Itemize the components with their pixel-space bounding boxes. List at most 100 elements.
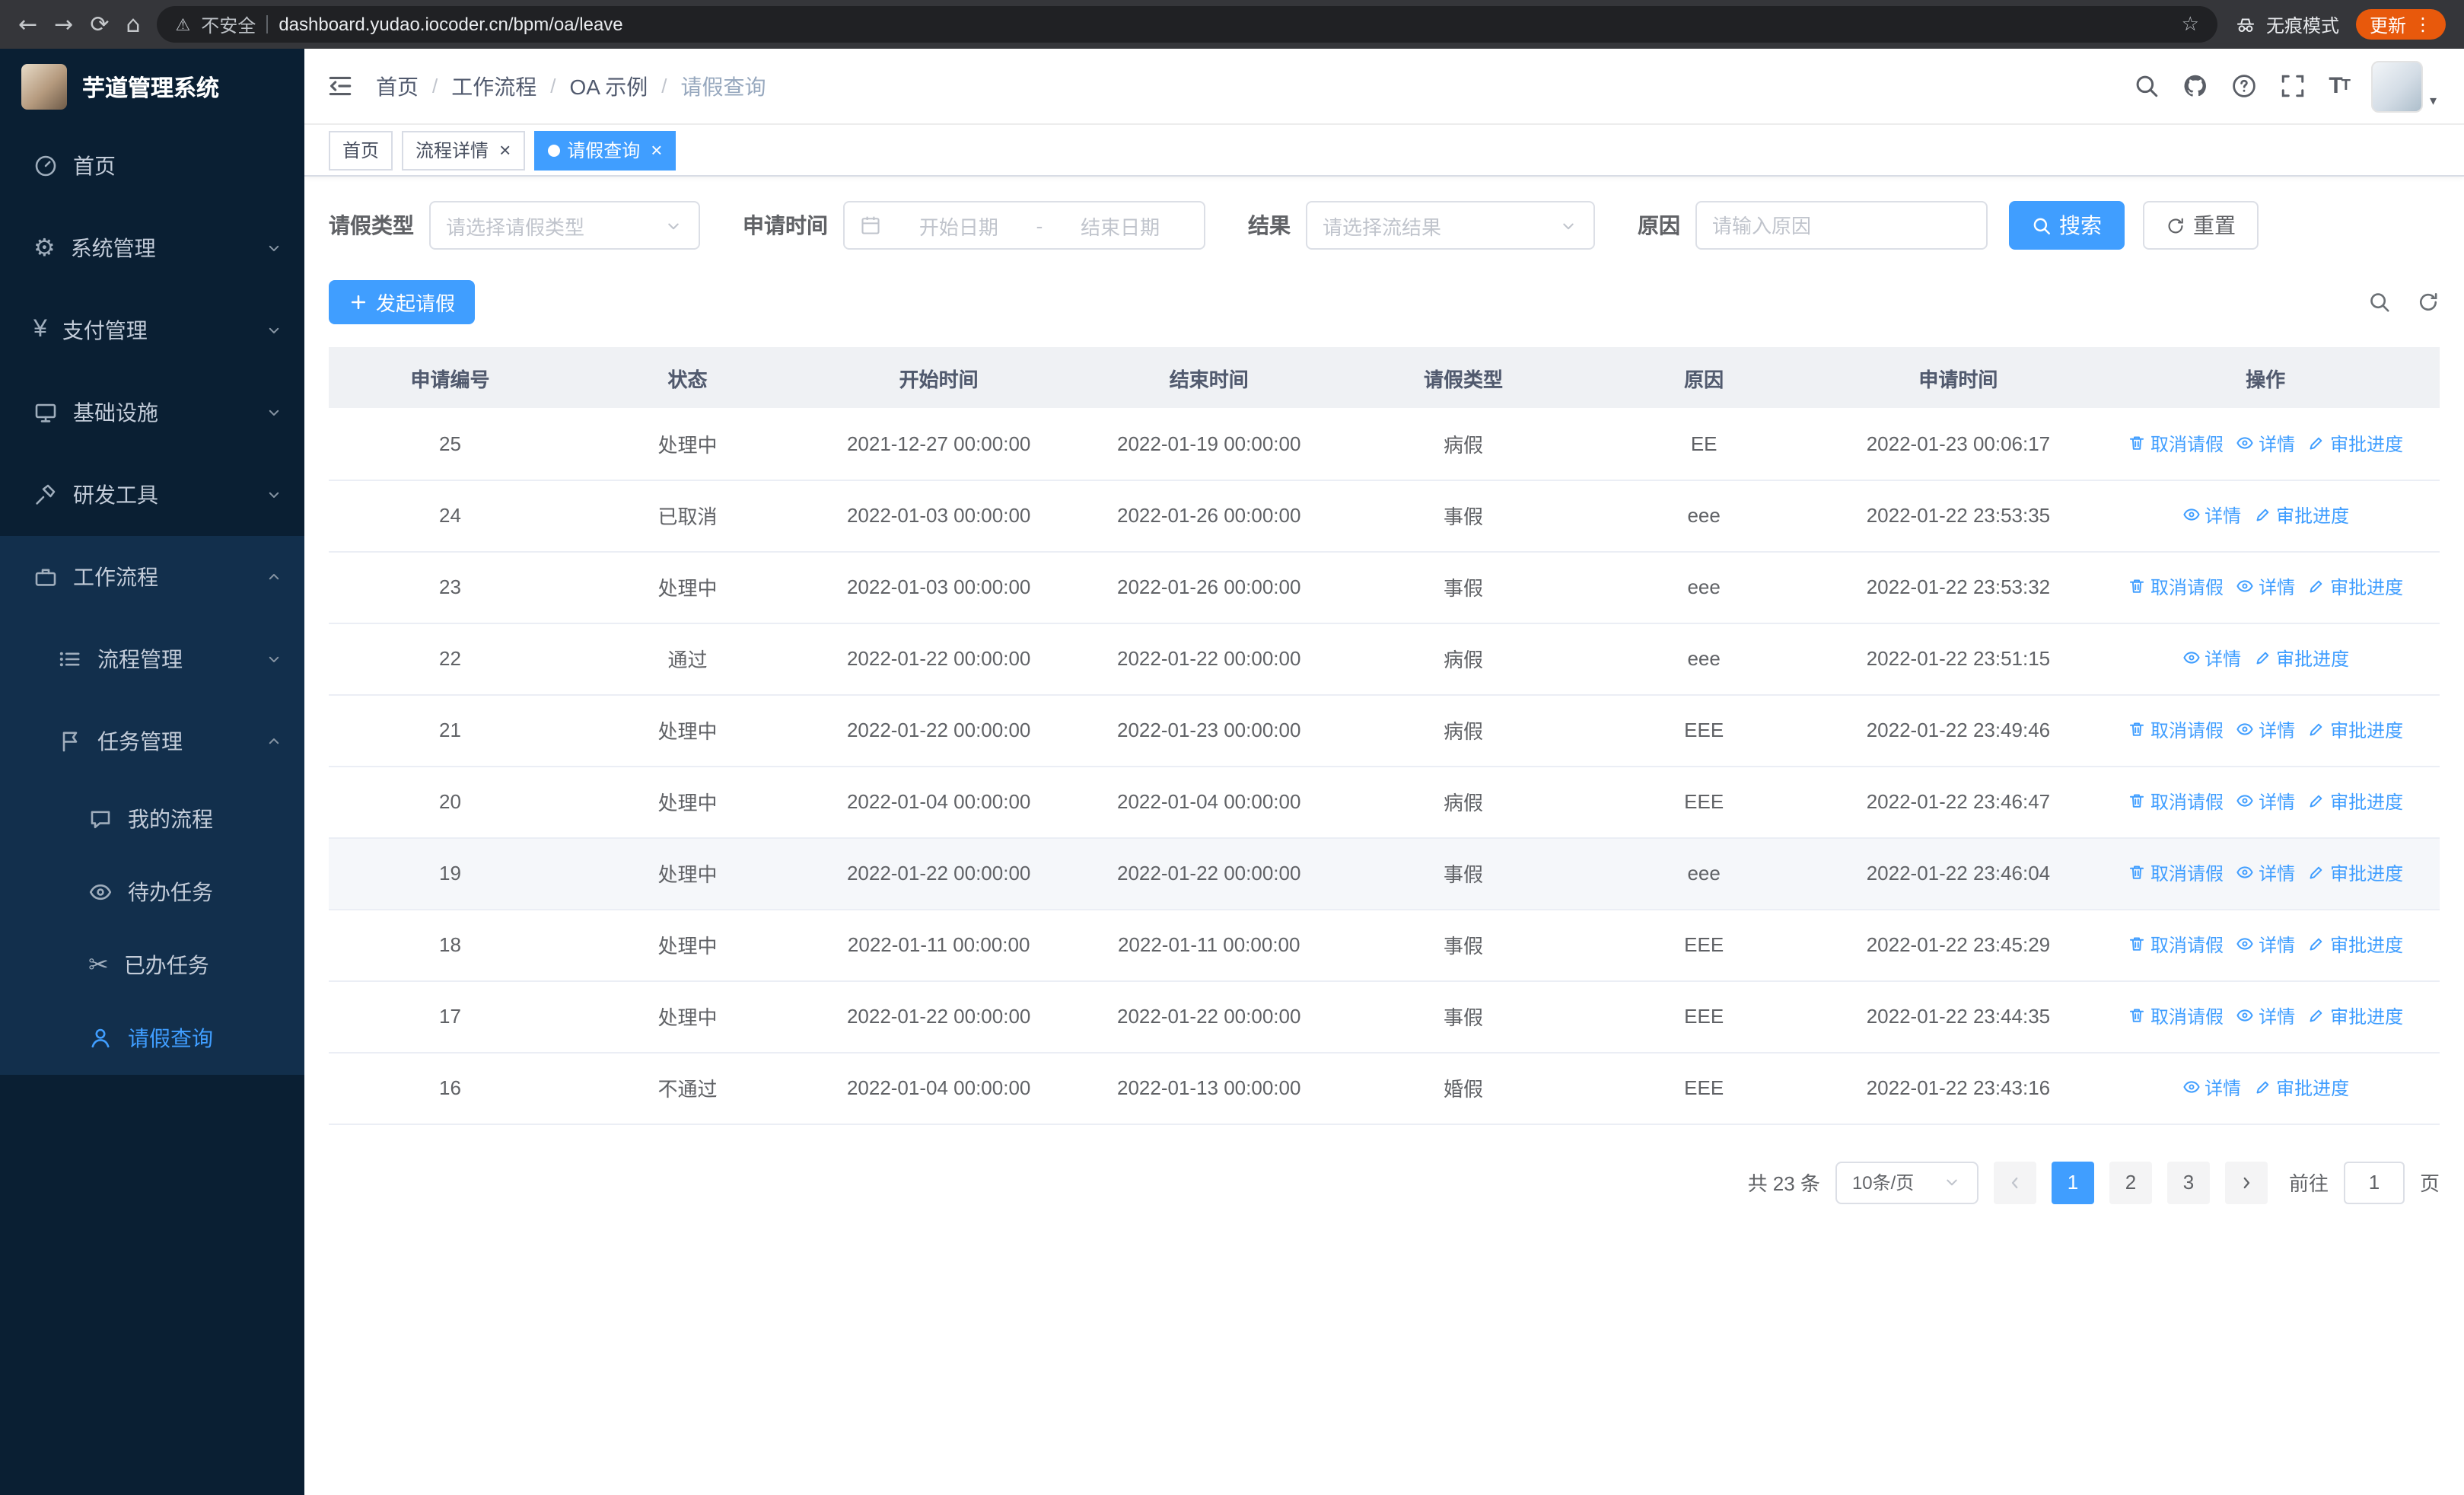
breadcrumb-item[interactable]: 首页 [376, 71, 419, 101]
detail-link[interactable]: 详情 [2236, 860, 2295, 886]
sidebar-item-workflow[interactable]: 工作流程 [0, 536, 304, 618]
cell: 2022-01-04 00:00:00 [1074, 766, 1345, 838]
detail-link[interactable]: 详情 [2236, 789, 2295, 814]
sidebar-item-home[interactable]: 首页 [0, 125, 304, 207]
home-icon[interactable]: ⌂ [126, 12, 140, 36]
help-icon[interactable] [2231, 73, 2257, 99]
detail-link[interactable]: 详情 [2236, 717, 2295, 743]
sidebar-item-label: 已办任务 [123, 953, 209, 977]
table-row: 16 不通过 2022-01-04 00:00:00 2022-01-13 00:00… [329, 1052, 2440, 1124]
detail-link[interactable]: 详情 [2182, 1075, 2241, 1101]
user-avatar[interactable]: ▾ [2371, 60, 2437, 112]
tab-item[interactable]: 流程详情 × [402, 130, 525, 170]
page-2-button[interactable]: 2 [2109, 1161, 2152, 1203]
cancel-leave-link[interactable]: 取消请假 [2128, 932, 2224, 958]
sidebar-item-label: 支付管理 [62, 318, 148, 343]
apply-time-range-picker[interactable]: 开始日期 - 结束日期 [843, 201, 1205, 250]
toggle-search-icon[interactable] [2368, 291, 2391, 314]
logo-image [21, 64, 67, 110]
more-vert-icon: ⋮ [2414, 14, 2432, 35]
cell: 事假 [1344, 837, 1583, 910]
forward-icon[interactable]: → [54, 12, 73, 36]
sidebar-item-payment-mgmt[interactable]: ¥ 支付管理 [0, 289, 304, 371]
sidebar-item-system-mgmt[interactable]: ⚙ 系统管理 [0, 207, 304, 289]
breadcrumb-item[interactable]: 工作流程 [451, 71, 536, 101]
close-tab-icon[interactable]: × [651, 140, 662, 160]
page-3-button[interactable]: 3 [2166, 1161, 2210, 1203]
approval-progress-link[interactable]: 审批进度 [2307, 1003, 2403, 1029]
detail-link[interactable]: 详情 [2236, 574, 2295, 600]
column-header: 请假类型 [1344, 347, 1583, 408]
sidebar-item-done-task[interactable]: ✂ 已办任务 [0, 929, 304, 1002]
result-select[interactable]: 请选择流结果 [1306, 201, 1595, 250]
sidebar-item-leave-query[interactable]: 请假查询 [0, 1002, 304, 1075]
approval-progress-link[interactable]: 审批进度 [2253, 1075, 2349, 1101]
cell: 2022-01-03 00:00:00 [804, 480, 1074, 552]
search-button[interactable]: 搜索 [2009, 201, 2125, 250]
address-bar[interactable]: ⚠ 不安全 dashboard.yudao.iocoder.cn/bpm/oa/… [157, 6, 2217, 43]
detail-link[interactable]: 详情 [2236, 430, 2295, 456]
page-size-select[interactable]: 10条/页 [1835, 1161, 1979, 1203]
page-1-button[interactable]: 1 [2051, 1161, 2094, 1203]
tab-active[interactable]: 请假查询 × [533, 130, 676, 170]
breadcrumb-item[interactable]: OA 示例 [570, 71, 648, 101]
detail-link[interactable]: 详情 [2236, 932, 2295, 958]
pagination: 共 23 条 10条/页 123 前往 页 [329, 1161, 2440, 1203]
reload-icon[interactable]: ⟳ [90, 12, 109, 36]
font-size-icon[interactable]: TT [2329, 73, 2351, 99]
close-tab-icon[interactable]: × [499, 140, 511, 160]
next-page-button[interactable] [2224, 1161, 2268, 1203]
result-label: 结果 [1248, 213, 1291, 237]
approval-progress-link[interactable]: 审批进度 [2307, 932, 2403, 958]
cancel-leave-link[interactable]: 取消请假 [2128, 789, 2224, 814]
github-icon[interactable] [2182, 73, 2208, 99]
tab-item[interactable]: 首页 [329, 130, 393, 170]
approval-progress-link[interactable]: 审批进度 [2307, 789, 2403, 814]
cancel-leave-link[interactable]: 取消请假 [2128, 860, 2224, 886]
sidebar-item-dev-tools[interactable]: 研发工具 [0, 454, 304, 536]
main-panel: 首页 / 工作流程 / OA 示例 / 请假查询 TT ▾ 首页 流程详情 × 请假查询 × [304, 49, 2464, 1495]
chevron-down-icon [265, 650, 283, 668]
cell: 2022-01-22 23:53:32 [1825, 551, 2092, 623]
approval-progress-link[interactable]: 审批进度 [2253, 645, 2349, 671]
cell: 2022-01-13 00:00:00 [1074, 1052, 1345, 1124]
reason-label: 原因 [1638, 213, 1680, 237]
security-label[interactable]: 不安全 [201, 11, 256, 37]
detail-link[interactable]: 详情 [2182, 502, 2241, 528]
table-row: 19 处理中 2022-01-22 00:00:00 2022-01-22 00:00… [329, 837, 2440, 910]
cell: 21 [329, 694, 571, 767]
search-icon[interactable] [2134, 73, 2160, 99]
detail-link[interactable]: 详情 [2182, 645, 2241, 671]
approval-progress-link[interactable]: 审批进度 [2307, 430, 2403, 456]
cancel-leave-link[interactable]: 取消请假 [2128, 574, 2224, 600]
sidebar-item-infrastructure[interactable]: 基础设施 [0, 371, 304, 454]
calendar-icon [860, 215, 881, 236]
goto-page-input[interactable] [2343, 1161, 2405, 1203]
approval-progress-link[interactable]: 审批进度 [2307, 860, 2403, 886]
sidebar-item-todo-task[interactable]: 待办任务 [0, 856, 304, 929]
sidebar-item-task-mgmt[interactable]: 任务管理 [0, 700, 304, 783]
prev-page-button[interactable] [1993, 1161, 2036, 1203]
app-logo[interactable]: 芋道管理系统 [0, 49, 304, 125]
leave-type-select[interactable]: 请选择请假类型 [429, 201, 700, 250]
sidebar-item-my-process[interactable]: 我的流程 [0, 783, 304, 856]
cancel-leave-link[interactable]: 取消请假 [2128, 1003, 2224, 1029]
collapse-sidebar-icon[interactable] [326, 72, 355, 100]
approval-progress-link[interactable]: 审批进度 [2307, 574, 2403, 600]
create-leave-button[interactable]: 发起请假 [329, 280, 476, 324]
cancel-leave-link[interactable]: 取消请假 [2128, 717, 2224, 743]
sidebar-item-process-mgmt[interactable]: 流程管理 [0, 618, 304, 700]
back-icon[interactable]: ← [18, 12, 37, 36]
reset-button[interactable]: 重置 [2143, 201, 2259, 250]
approval-progress-link[interactable]: 审批进度 [2307, 717, 2403, 743]
cell: 通过 [571, 623, 804, 695]
bookmark-star-icon[interactable]: ☆ [2182, 13, 2199, 36]
fullscreen-icon[interactable] [2280, 73, 2306, 99]
refresh-table-icon[interactable] [2417, 291, 2440, 314]
cancel-leave-link[interactable]: 取消请假 [2128, 430, 2224, 456]
approval-progress-link[interactable]: 审批进度 [2253, 502, 2349, 528]
url-text[interactable]: dashboard.yudao.iocoder.cn/bpm/oa/leave [279, 14, 622, 35]
reason-input[interactable] [1695, 201, 1988, 250]
detail-link[interactable]: 详情 [2236, 1003, 2295, 1029]
browser-update-menu-button[interactable]: 更新 ⋮ [2355, 9, 2446, 40]
